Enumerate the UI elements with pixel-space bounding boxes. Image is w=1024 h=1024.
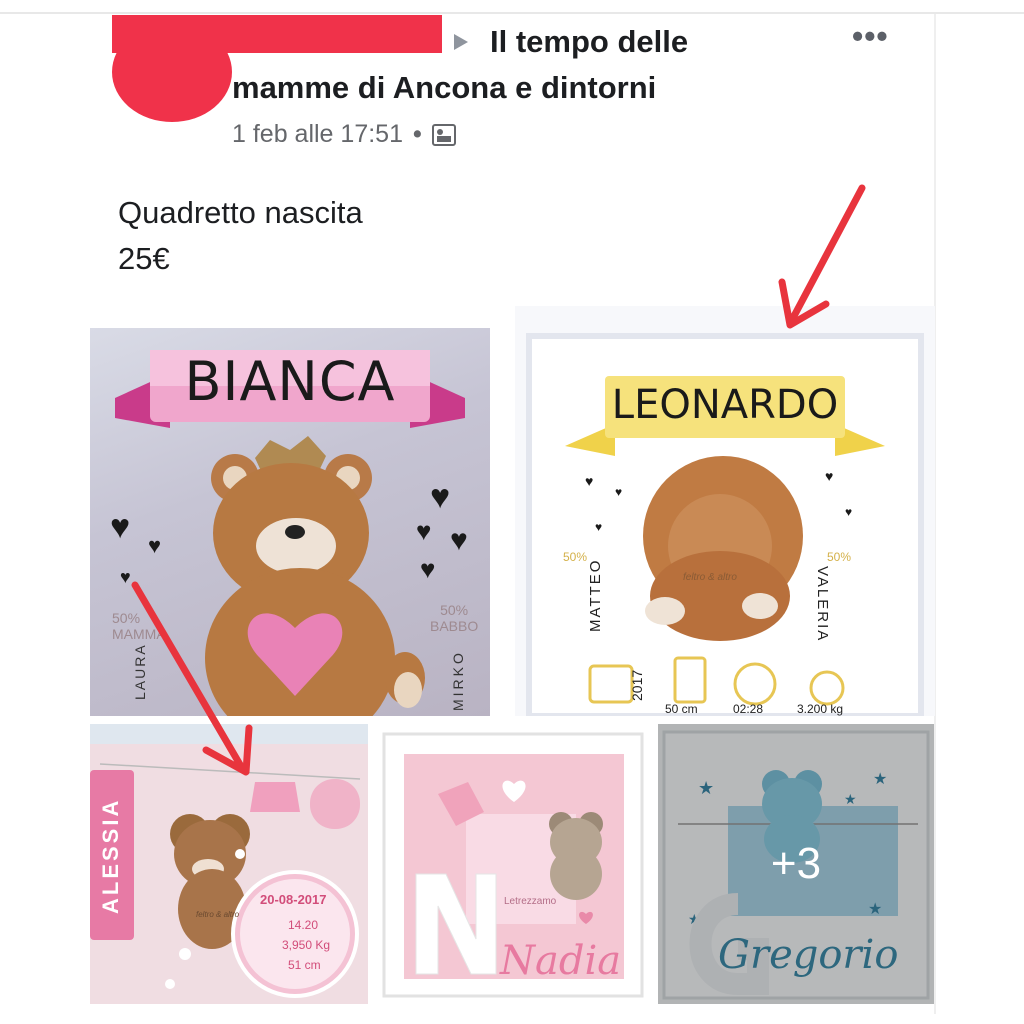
more-options-icon[interactable]: ••• bbox=[852, 18, 889, 55]
birth-length: 50 cm bbox=[665, 702, 698, 716]
left-parent-label: 50% MAMMA bbox=[112, 610, 166, 642]
svg-text:♥: ♥ bbox=[615, 485, 622, 499]
post-timestamp[interactable]: 1 feb alle 17:51 bbox=[232, 120, 403, 149]
svg-text:♥: ♥ bbox=[585, 473, 593, 489]
post-price: 25€ bbox=[118, 241, 170, 276]
alessia-frame-illustration bbox=[90, 724, 368, 998]
birth-weight: 3,950 Kg bbox=[282, 938, 331, 952]
svg-text:♥: ♥ bbox=[845, 505, 852, 519]
post-photo-gregorio[interactable]: ★ ★ ★ ★ ★ Gregorio +3 bbox=[658, 724, 934, 1004]
birth-length: 51 cm bbox=[288, 958, 321, 972]
birth-year: 2017 bbox=[629, 669, 645, 701]
watermark: feltro & altro bbox=[683, 572, 737, 583]
left-parent-name: MATTEO bbox=[587, 558, 604, 632]
svg-text:♥: ♥ bbox=[120, 567, 131, 587]
birth-date: 20-08-2017 bbox=[260, 892, 327, 907]
right-parent-pct: 50% bbox=[827, 550, 852, 564]
post-photo-nadia[interactable]: Nadia Letrezzamo bbox=[376, 724, 650, 1004]
svg-text:♥: ♥ bbox=[450, 524, 468, 557]
right-parent-name: VALERIA bbox=[814, 566, 831, 643]
photo-name-label: Nadia bbox=[500, 938, 622, 984]
share-to-arrow-icon bbox=[454, 34, 468, 50]
left-parent-pct: 50% bbox=[563, 550, 588, 564]
more-photos-count: +3 bbox=[770, 839, 822, 888]
birth-time: 14.20 bbox=[288, 918, 319, 932]
post-meta: 1 feb alle 17:51 • bbox=[232, 120, 456, 149]
annotation-arrow-leonardo bbox=[789, 184, 866, 322]
facebook-post: Il tempo delle mamme di Ancona e dintorn… bbox=[0, 0, 1024, 1024]
photo-name-label: BIANCA bbox=[184, 350, 396, 413]
svg-text:♥: ♥ bbox=[148, 533, 161, 558]
meta-separator: • bbox=[412, 120, 422, 148]
right-parent-label: 50% BABBO bbox=[430, 602, 479, 634]
svg-text:♥: ♥ bbox=[110, 508, 130, 546]
svg-text:♥: ♥ bbox=[595, 520, 602, 534]
photo-name-label: LEONARDO bbox=[611, 382, 839, 428]
photo-icon bbox=[431, 123, 456, 146]
more-photos-overlay[interactable]: +3 bbox=[658, 724, 934, 1004]
post-photo-leonardo[interactable]: ♥ ♥ ♥ ♥ ♥ LEONARDO 50% MATTEO 50% VALERI… bbox=[515, 306, 935, 716]
group-name-continued[interactable]: mamme di Ancona e dintorni bbox=[232, 70, 656, 106]
photo-name-label: ALESSIA bbox=[98, 797, 123, 914]
post-text: Quadretto nascita 25€ bbox=[118, 190, 363, 282]
leonardo-frame-illustration: ♥ ♥ ♥ ♥ ♥ bbox=[526, 333, 924, 716]
svg-text:♥: ♥ bbox=[825, 468, 833, 484]
group-name[interactable]: Il tempo delle bbox=[490, 24, 688, 60]
author-name-redacted[interactable] bbox=[112, 15, 442, 53]
post-text-line: Quadretto nascita bbox=[118, 195, 363, 230]
watermark: feltro & altro bbox=[196, 910, 240, 919]
post-photo-bianca[interactable]: ♥ ♥ ♥ ♥ ♥ ♥ ♥ BIANCA 50% MAMMA LAURA 50%… bbox=[90, 328, 490, 716]
left-parent-name: LAURA bbox=[132, 643, 148, 700]
right-parent-name: MIRKO bbox=[450, 650, 466, 711]
birth-time: 02:28 bbox=[733, 702, 764, 716]
post-photo-alessia[interactable]: ALESSIA 20-08-2017 14.20 3,950 Kg 51 cm … bbox=[90, 724, 368, 1004]
svg-text:♥: ♥ bbox=[416, 516, 431, 546]
birth-weight: 3.200 kg bbox=[797, 702, 844, 716]
photo-subtitle: Letrezzamo bbox=[504, 896, 557, 907]
svg-text:♥: ♥ bbox=[430, 478, 450, 516]
divider bbox=[0, 12, 1024, 14]
svg-text:♥: ♥ bbox=[420, 554, 435, 584]
